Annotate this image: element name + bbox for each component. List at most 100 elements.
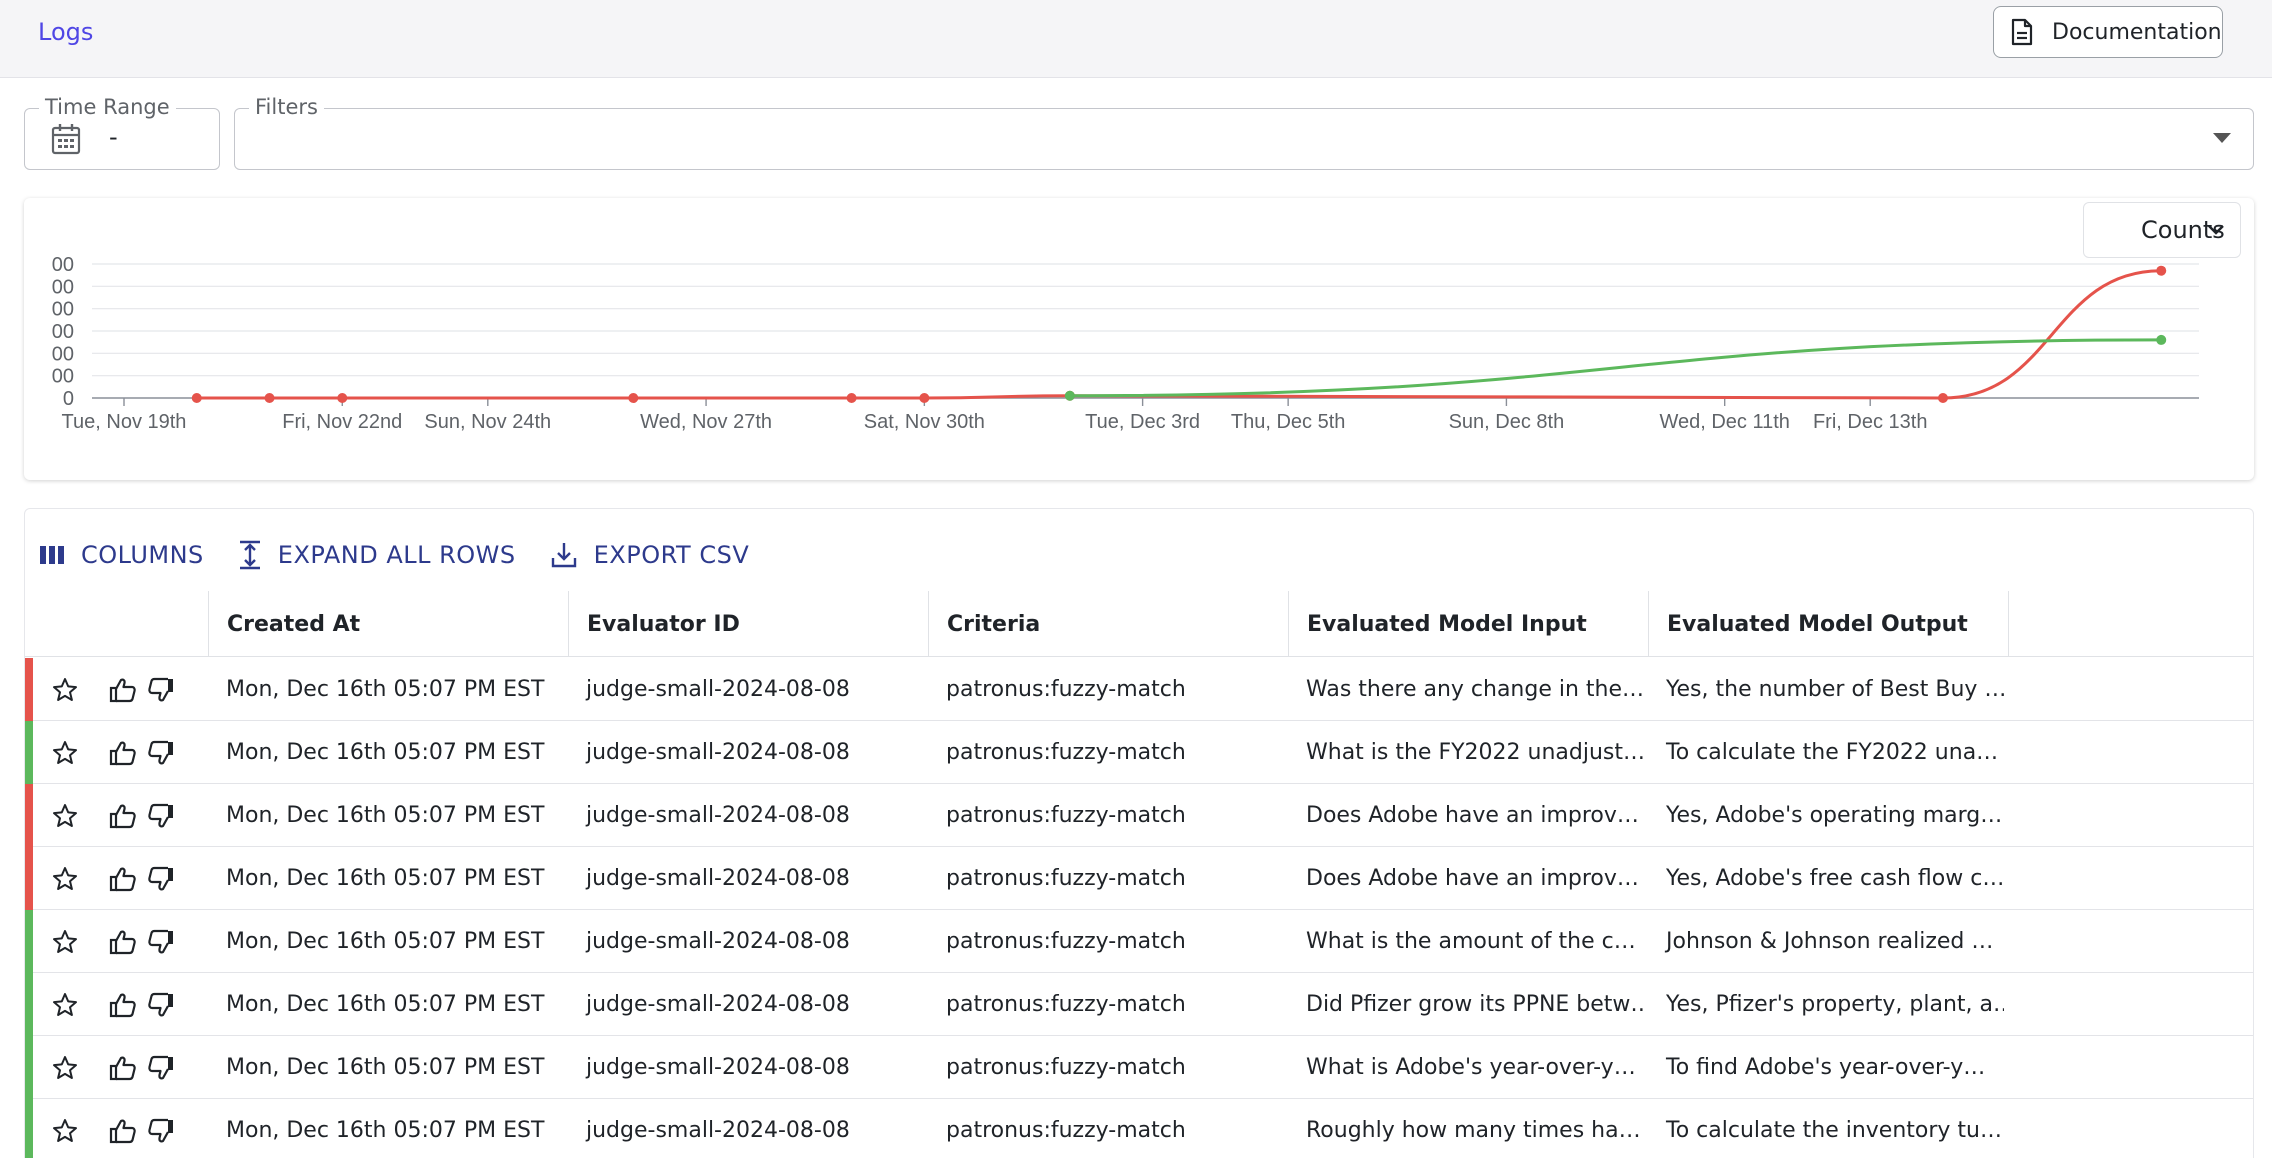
columns-icon <box>40 546 64 564</box>
caret-down-icon[interactable] <box>2213 133 2231 143</box>
data-point <box>2156 265 2167 276</box>
thumbs-up-icon[interactable] <box>109 928 137 956</box>
columns-label: COLUMNS <box>81 541 204 569</box>
y-tick-label: 00 <box>52 366 74 388</box>
cell-evaluator-id: judge-small-2024-08-08 <box>586 992 850 1017</box>
thumbs-down-icon[interactable] <box>147 991 175 1019</box>
metric-select[interactable]: Counts <box>2083 202 2241 258</box>
filters-label: Filters <box>249 95 324 119</box>
export-csv-label: EXPORT CSV <box>593 541 750 569</box>
thumbs-up-icon[interactable] <box>109 676 137 704</box>
data-point <box>1064 390 1075 401</box>
cell-evaluator-id: judge-small-2024-08-08 <box>586 929 850 954</box>
expand-all-rows-button[interactable]: EXPAND ALL ROWS <box>238 540 516 570</box>
table-row[interactable]: Mon, Dec 16th 05:07 PM EST judge-small-20… <box>25 847 2253 910</box>
cell-evaluated-model-output: To find Adobe's year-over-y… <box>1666 1055 1986 1080</box>
column-header-evaluator-id[interactable]: Evaluator ID <box>568 591 928 657</box>
thumbs-down-icon[interactable] <box>147 1117 175 1145</box>
status-indicator <box>25 658 33 721</box>
download-icon <box>551 543 576 568</box>
data-point <box>919 393 930 403</box>
documentation-button[interactable]: Documentation <box>1993 6 2223 58</box>
thumbs-down-icon[interactable] <box>147 865 175 893</box>
star-icon[interactable] <box>51 865 79 893</box>
top-header: Logs Documentation <box>0 0 2272 78</box>
status-indicator <box>25 784 33 847</box>
cell-evaluated-model-output: Johnson & Johnson realized … <box>1666 929 1994 954</box>
x-tick-label: Fri, Dec 13th <box>1813 411 1927 433</box>
time-range-field[interactable]: Time Range - <box>24 95 220 170</box>
table-row[interactable]: Mon, Dec 16th 05:07 PM EST judge-small-20… <box>25 973 2253 1036</box>
filters-select[interactable]: Filters <box>234 95 2254 170</box>
table-toolbar: COLUMNS EXPAND ALL ROWS EXPORT CSV <box>39 533 783 577</box>
table-row[interactable]: Mon, Dec 16th 05:07 PM EST judge-small-20… <box>25 1036 2253 1099</box>
table-row[interactable]: Mon, Dec 16th 05:07 PM EST judge-small-20… <box>25 721 2253 784</box>
cell-evaluated-model-input: Roughly how many times ha… <box>1306 1118 1641 1143</box>
column-header-evaluated-model-input[interactable]: Evaluated Model Input <box>1288 591 1648 657</box>
y-tick-label: 0 <box>63 388 74 410</box>
cell-criteria: patronus:fuzzy-match <box>946 992 1186 1017</box>
thumbs-up-icon[interactable] <box>109 739 137 767</box>
table-row[interactable]: Mon, Dec 16th 05:07 PM EST judge-small-20… <box>25 1099 2253 1158</box>
cell-evaluator-id: judge-small-2024-08-08 <box>586 803 850 828</box>
star-icon[interactable] <box>51 739 79 767</box>
cell-evaluator-id: judge-small-2024-08-08 <box>586 740 850 765</box>
x-tick-label: Thu, Dec 5th <box>1231 411 1346 433</box>
cell-created-at: Mon, Dec 16th 05:07 PM EST <box>226 866 545 891</box>
x-tick-label: Tue, Nov 19th <box>62 411 187 433</box>
column-header-spacer <box>2008 591 2253 657</box>
thumbs-up-icon[interactable] <box>109 802 137 830</box>
data-point <box>191 393 202 403</box>
thumbs-up-icon[interactable] <box>109 1117 137 1145</box>
cell-evaluated-model-output: Yes, Adobe's operating marg… <box>1666 803 2003 828</box>
thumbs-down-icon[interactable] <box>147 802 175 830</box>
star-icon[interactable] <box>51 802 79 830</box>
x-tick-label: Sun, Nov 24th <box>424 411 551 433</box>
cell-created-at: Mon, Dec 16th 05:07 PM EST <box>226 1118 545 1143</box>
cell-evaluated-model-input: What is the amount of the c… <box>1306 929 1636 954</box>
time-range-value: - <box>109 123 118 151</box>
cell-evaluator-id: judge-small-2024-08-08 <box>586 1055 850 1080</box>
series-line <box>196 269 2162 400</box>
star-icon[interactable] <box>51 1117 79 1145</box>
x-tick-label: Sat, Nov 30th <box>864 411 985 433</box>
cell-criteria: patronus:fuzzy-match <box>946 1118 1186 1143</box>
table-row[interactable]: Mon, Dec 16th 05:07 PM EST judge-small-20… <box>25 910 2253 973</box>
column-header-created-at[interactable]: Created At <box>208 591 568 657</box>
export-csv-button[interactable]: EXPORT CSV <box>550 541 750 569</box>
logs-breadcrumb-link[interactable]: Logs <box>38 18 93 46</box>
thumbs-down-icon[interactable] <box>147 928 175 956</box>
cell-criteria: patronus:fuzzy-match <box>946 740 1186 765</box>
cell-evaluator-id: judge-small-2024-08-08 <box>586 866 850 891</box>
star-icon[interactable] <box>51 1054 79 1082</box>
table-row[interactable]: Mon, Dec 16th 05:07 PM EST judge-small-20… <box>25 658 2253 721</box>
chart-card: 00 00 00 00 00 00 0 Tue, Nov 19th Fri, Nov 22nd S… <box>24 198 2254 480</box>
cell-criteria: patronus:fuzzy-match <box>946 866 1186 891</box>
x-tick-label: Tue, Dec 3rd <box>1085 411 1200 433</box>
document-icon <box>2011 18 2033 46</box>
cell-evaluated-model-input: Did Pfizer grow its PPNE betw… <box>1306 992 1644 1017</box>
table-row[interactable]: Mon, Dec 16th 05:07 PM EST judge-small-20… <box>25 784 2253 847</box>
thumbs-down-icon[interactable] <box>147 676 175 704</box>
thumbs-up-icon[interactable] <box>109 991 137 1019</box>
thumbs-up-icon[interactable] <box>109 1054 137 1082</box>
cell-created-at: Mon, Dec 16th 05:07 PM EST <box>226 992 545 1017</box>
data-point <box>628 393 639 403</box>
thumbs-up-icon[interactable] <box>109 865 137 893</box>
star-icon[interactable] <box>51 928 79 956</box>
x-tick-label: Fri, Nov 22nd <box>282 411 402 433</box>
thumbs-down-icon[interactable] <box>147 1054 175 1082</box>
time-range-label: Time Range <box>39 95 176 119</box>
documentation-label: Documentation <box>2052 19 2222 45</box>
column-header-evaluated-model-output[interactable]: Evaluated Model Output <box>1648 591 2008 657</box>
chevron-down-icon <box>2208 225 2224 235</box>
cell-evaluated-model-output: Yes, Adobe's free cash flow c… <box>1666 866 2004 891</box>
thumbs-down-icon[interactable] <box>147 739 175 767</box>
columns-button[interactable]: COLUMNS <box>39 541 204 569</box>
star-icon[interactable] <box>51 676 79 704</box>
column-header-criteria[interactable]: Criteria <box>928 591 1288 657</box>
table-header: Created At Evaluator ID Criteria Evaluat… <box>25 591 2253 657</box>
star-icon[interactable] <box>51 991 79 1019</box>
cell-created-at: Mon, Dec 16th 05:07 PM EST <box>226 1055 545 1080</box>
status-indicator <box>25 973 33 1036</box>
